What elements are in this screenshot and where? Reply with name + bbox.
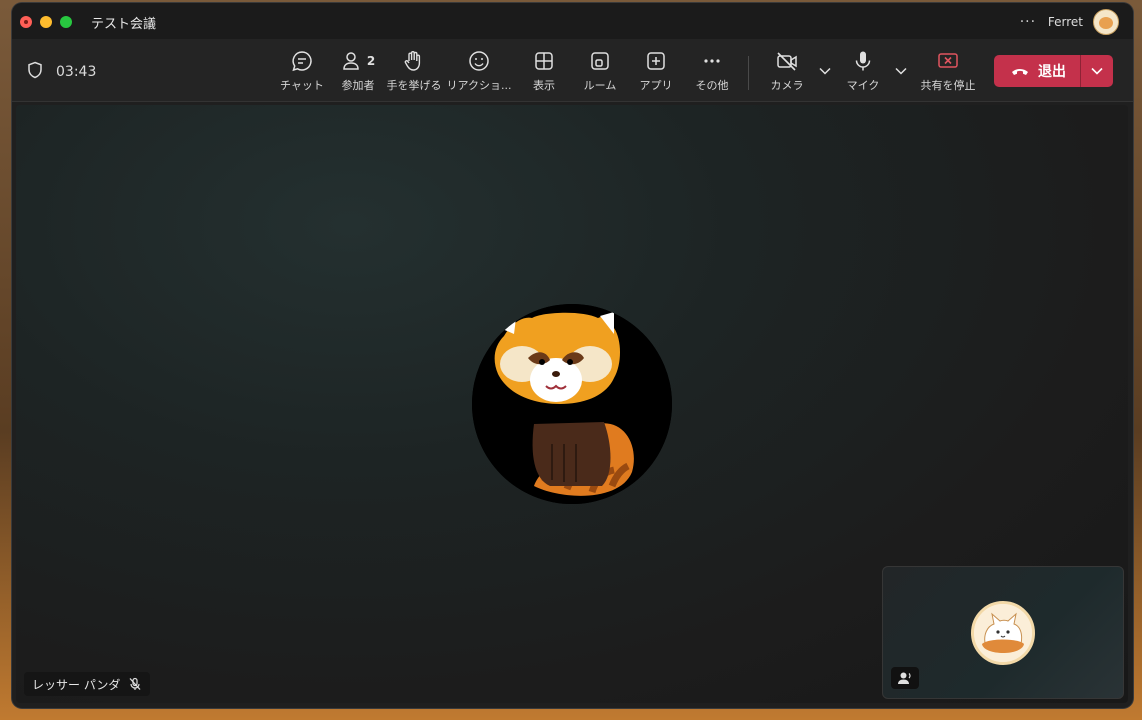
chat-label: チャット xyxy=(280,79,324,92)
rooms-label: ルーム xyxy=(583,79,617,92)
leave-control: 退出 xyxy=(994,55,1113,87)
more-button[interactable]: その他 xyxy=(684,49,740,93)
minimize-window-button[interactable] xyxy=(40,16,52,28)
mic-button[interactable]: マイク xyxy=(835,49,891,93)
chat-icon xyxy=(290,49,314,73)
participant-name: レッサー パンダ xyxy=(32,677,121,692)
more-horizontal-icon xyxy=(700,49,724,73)
apps-label: アプリ xyxy=(639,79,673,92)
reactions-button[interactable]: リアクショ... xyxy=(442,49,516,93)
chat-button[interactable]: チャット xyxy=(274,49,330,93)
stop-share-label: 共有を停止 xyxy=(920,79,976,92)
more-label: その他 xyxy=(695,79,729,92)
view-label: 表示 xyxy=(533,79,555,92)
user-avatar[interactable] xyxy=(1093,9,1119,35)
participants-button[interactable]: 2 参加者 xyxy=(330,49,386,93)
toolbar-buttons: チャット 2 参加者 手を挙げる リアクショ... 表示 ルーム アプリ その他… xyxy=(274,49,985,93)
title-bar: テスト会議 ··· Ferret xyxy=(12,3,1133,39)
microphone-icon xyxy=(851,49,875,73)
self-view-tile[interactable] xyxy=(882,566,1124,699)
leave-label: 退出 xyxy=(1038,64,1066,80)
self-avatar xyxy=(971,601,1035,665)
maximize-window-button[interactable] xyxy=(60,16,72,28)
participant-name-tag: レッサー パンダ xyxy=(24,672,151,696)
camera-label: カメラ xyxy=(770,79,804,92)
cat-illustration xyxy=(974,604,1032,662)
toolbar-divider xyxy=(748,56,749,90)
self-view-person-icon[interactable] xyxy=(891,667,919,689)
leave-options-chevron[interactable] xyxy=(1080,55,1113,87)
meeting-toolbar: 03:43 チャット 2 参加者 手を挙げる リアクショ... 表示 ルーム ア… xyxy=(12,39,1133,102)
window-title: テスト会議 xyxy=(91,17,157,32)
mic-label: マイク xyxy=(846,79,880,92)
rooms-icon xyxy=(588,49,612,73)
people-icon: 2 xyxy=(341,49,375,73)
rooms-button[interactable]: ルーム xyxy=(572,49,628,93)
camera-options-chevron[interactable] xyxy=(815,49,835,93)
chevron-down-icon xyxy=(819,67,831,75)
meeting-timer: 03:43 xyxy=(26,61,96,83)
hang-up-icon xyxy=(1012,69,1028,75)
close-window-button[interactable] xyxy=(20,16,32,28)
raise-hand-icon xyxy=(402,49,426,73)
view-button[interactable]: 表示 xyxy=(516,49,572,93)
video-stage: レッサー パンダ xyxy=(16,105,1128,703)
mic-options-chevron[interactable] xyxy=(891,49,911,93)
chevron-down-icon xyxy=(895,67,907,75)
elapsed-time: 03:43 xyxy=(56,64,97,80)
red-panda-illustration xyxy=(472,304,672,504)
stop-share-icon xyxy=(936,49,960,73)
participants-label: 参加者 xyxy=(341,79,375,92)
participant-avatar[interactable] xyxy=(472,304,672,504)
meeting-window: テスト会議 ··· Ferret 03:43 チャット 2 参加者 手を挙げる … xyxy=(12,3,1133,708)
participants-count: 2 xyxy=(366,54,376,68)
smile-icon xyxy=(467,49,491,73)
leave-button[interactable]: 退出 xyxy=(994,55,1080,87)
more-horizontal-icon[interactable]: ··· xyxy=(1018,14,1038,30)
window-controls xyxy=(20,16,72,28)
stop-share-button[interactable]: 共有を停止 xyxy=(911,49,985,93)
apps-button[interactable]: アプリ xyxy=(628,49,684,93)
shield-icon[interactable] xyxy=(26,61,44,83)
title-bar-right: ··· Ferret xyxy=(1018,9,1119,35)
chevron-down-icon xyxy=(1091,67,1103,75)
mic-muted-icon xyxy=(129,677,141,690)
user-name: Ferret xyxy=(1047,15,1083,29)
raise-hand-label: 手を挙げる xyxy=(386,79,442,92)
raise-hand-button[interactable]: 手を挙げる xyxy=(386,49,442,93)
reactions-label: リアクショ... xyxy=(446,79,512,92)
camera-off-icon xyxy=(775,49,799,73)
add-app-icon xyxy=(644,49,668,73)
camera-button[interactable]: カメラ xyxy=(759,49,815,93)
grid-icon xyxy=(532,49,556,73)
